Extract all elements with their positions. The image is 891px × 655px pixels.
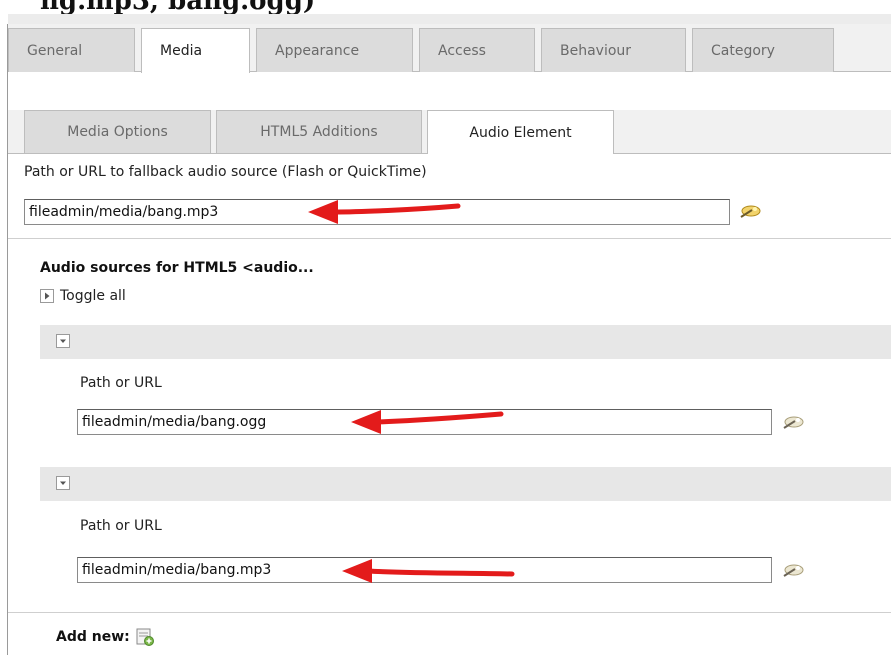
- source-path-input[interactable]: [77, 409, 772, 435]
- subtab-audio-element[interactable]: Audio Element: [427, 110, 614, 154]
- collapse-toggle-icon[interactable]: [56, 334, 70, 348]
- top-band: [8, 14, 891, 24]
- subtab-html5-additions[interactable]: HTML5 Additions: [216, 110, 422, 153]
- tab-category[interactable]: Category: [692, 28, 834, 72]
- source-path-input[interactable]: [77, 557, 772, 583]
- collapse-toggle-icon[interactable]: [56, 476, 70, 490]
- add-new-label: Add new:: [56, 629, 130, 645]
- section-separator: [8, 238, 891, 239]
- expand-toggle-icon[interactable]: [40, 289, 54, 303]
- source-item-header[interactable]: [40, 325, 891, 359]
- add-record-icon[interactable]: [136, 628, 154, 646]
- tab-access[interactable]: Access: [419, 28, 535, 72]
- add-new-control[interactable]: Add new:: [56, 628, 154, 646]
- fallback-source-input[interactable]: [24, 199, 730, 225]
- tab-appearance[interactable]: Appearance: [256, 28, 413, 72]
- tab-general[interactable]: General: [8, 28, 135, 72]
- subtab-media-options[interactable]: Media Options: [24, 110, 211, 153]
- source-item-header[interactable]: [40, 467, 891, 501]
- wizard-wand-icon[interactable]: [738, 201, 762, 221]
- toggle-all-label[interactable]: Toggle all: [60, 288, 126, 304]
- audio-sources-title: Audio sources for HTML5 <audio...: [40, 260, 314, 276]
- toggle-all-control[interactable]: Toggle all: [40, 288, 126, 304]
- wizard-wand-icon[interactable]: [781, 560, 805, 580]
- source-path-label: Path or URL: [80, 518, 162, 534]
- tab-media[interactable]: Media: [141, 28, 250, 73]
- tab-behaviour[interactable]: Behaviour: [541, 28, 686, 72]
- fallback-label: Path or URL to fallback audio source (Fl…: [24, 164, 427, 180]
- source-path-label: Path or URL: [80, 375, 162, 391]
- wizard-wand-icon[interactable]: [781, 412, 805, 432]
- section-separator: [8, 612, 891, 613]
